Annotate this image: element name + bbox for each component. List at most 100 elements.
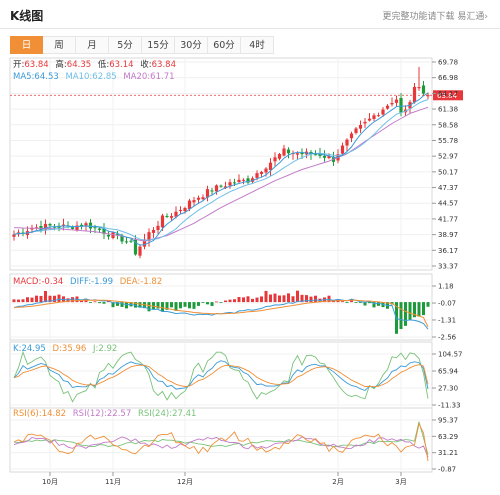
candle-body	[183, 207, 187, 212]
candle-body	[129, 240, 133, 242]
macd-bar	[345, 302, 349, 303]
macd-bar	[219, 302, 223, 303]
macd-bar	[206, 302, 209, 305]
macd-bar	[404, 302, 407, 326]
macd-bar	[147, 302, 151, 312]
price-y-tick-label: 61.38	[438, 106, 458, 114]
candle-body	[394, 99, 399, 103]
macd-bar	[282, 295, 286, 303]
candle-body	[124, 241, 129, 243]
ma5-line	[13, 92, 429, 246]
price-y-tick-label: 55.78	[438, 137, 458, 145]
price-y-tick-label: 69.78	[438, 59, 458, 67]
candle-body	[345, 139, 349, 146]
x-tick-label: 12月	[177, 478, 193, 486]
candle-body	[70, 227, 75, 229]
candle-body	[106, 234, 111, 237]
macd-bar	[35, 295, 38, 303]
candle-body	[354, 128, 358, 133]
macd-bar	[269, 294, 272, 303]
candle-body	[264, 168, 268, 173]
macd-y-tick-label: -1.31	[438, 316, 456, 324]
candle-body	[201, 197, 205, 200]
price-y-tick-label: 44.57	[438, 200, 458, 208]
price-y-tick-label: 36.17	[438, 247, 458, 255]
x-tick-label: 11月	[105, 478, 121, 486]
macd-bar	[278, 295, 281, 303]
macd-bar	[314, 295, 317, 303]
macd-bar	[201, 302, 205, 303]
candle-body	[273, 157, 277, 162]
macd-bar	[102, 302, 106, 304]
candle-body	[178, 209, 183, 211]
candle-body	[295, 153, 300, 155]
x-tick-label: 2月	[332, 478, 343, 486]
macd-y-tick-label: 1.18	[438, 283, 454, 291]
macd-bar	[183, 302, 187, 307]
j-line	[13, 350, 429, 403]
macd-bar	[287, 293, 290, 303]
stock-chart[interactable]: 63.84 69.7866.9864.1761.3858.5855.7852.9…	[0, 0, 500, 495]
candle-body	[210, 190, 214, 192]
price-y-tick-label: 58.58	[438, 121, 458, 129]
macd-bar	[399, 302, 403, 330]
price-y-tick-label: 38.97	[438, 231, 458, 239]
macd-bar	[93, 301, 97, 303]
price-y-tick-label: 64.17	[438, 90, 458, 98]
macd-bar	[242, 297, 245, 303]
macd-bar	[12, 299, 16, 303]
kdj-y-tick-label: 104.57	[438, 351, 463, 359]
price-y-tick-label: 41.77	[438, 215, 458, 223]
price-y-tick-label: 66.98	[438, 74, 458, 82]
macd-bar	[188, 302, 191, 309]
candle-body	[349, 133, 354, 139]
d-line	[13, 364, 429, 388]
ohlc-info: 开:63.84 高:64.35 低:63.14 收:63.84	[13, 59, 176, 70]
candle-body	[259, 171, 264, 174]
candle-body	[88, 222, 93, 229]
macd-bar	[255, 297, 259, 303]
ma-info: MA5:64.53 MA10:62.85 MA20:61.71	[13, 72, 175, 82]
candle-body	[151, 229, 156, 233]
macd-bar	[44, 291, 47, 303]
macd-bar	[417, 302, 421, 317]
macd-bar	[57, 294, 61, 303]
macd-bar	[354, 302, 358, 303]
price-y-tick-label: 33.37	[438, 263, 458, 271]
macd-bar	[170, 302, 173, 308]
price-panel-frame	[9, 57, 433, 271]
rsi-y-tick-label: -0.87	[438, 466, 456, 474]
candle-body	[214, 185, 219, 192]
candle-body	[399, 97, 403, 113]
price-y-tick-label: 50.17	[438, 168, 458, 176]
candle-body	[277, 154, 282, 159]
macd-bar	[26, 297, 29, 303]
candle-body	[358, 125, 363, 129]
macd-bar	[246, 296, 250, 303]
macd-bar	[341, 301, 344, 303]
candle-body	[268, 162, 273, 171]
macd-bar	[228, 299, 232, 303]
candle-body	[300, 152, 304, 155]
price-y-tick-label: 47.37	[438, 184, 458, 192]
kdj-info: K:24.95 D:35.96 J:2.92	[13, 344, 117, 354]
candle-body	[160, 215, 165, 228]
kdj-y-tick-label: 27.30	[438, 385, 458, 393]
x-tick-label: 10月	[42, 478, 58, 486]
macd-bar	[89, 302, 92, 303]
ma20-line	[13, 106, 429, 242]
macd-bar	[408, 302, 412, 320]
macd-bar	[39, 295, 43, 303]
kdj-y-tick-label: 65.94	[438, 367, 459, 375]
candle-body	[138, 246, 142, 256]
macd-bar	[426, 302, 430, 307]
candle-body	[48, 224, 52, 226]
rsi-y-tick-label: 63.29	[438, 433, 458, 441]
macd-bar	[21, 299, 25, 303]
rsi6-line	[13, 422, 429, 462]
candle-body	[372, 115, 376, 119]
candle-body	[97, 228, 102, 230]
macd-bar	[197, 302, 200, 306]
macd-y-tick-label: -0.07	[438, 300, 456, 308]
candle-body	[255, 173, 259, 178]
